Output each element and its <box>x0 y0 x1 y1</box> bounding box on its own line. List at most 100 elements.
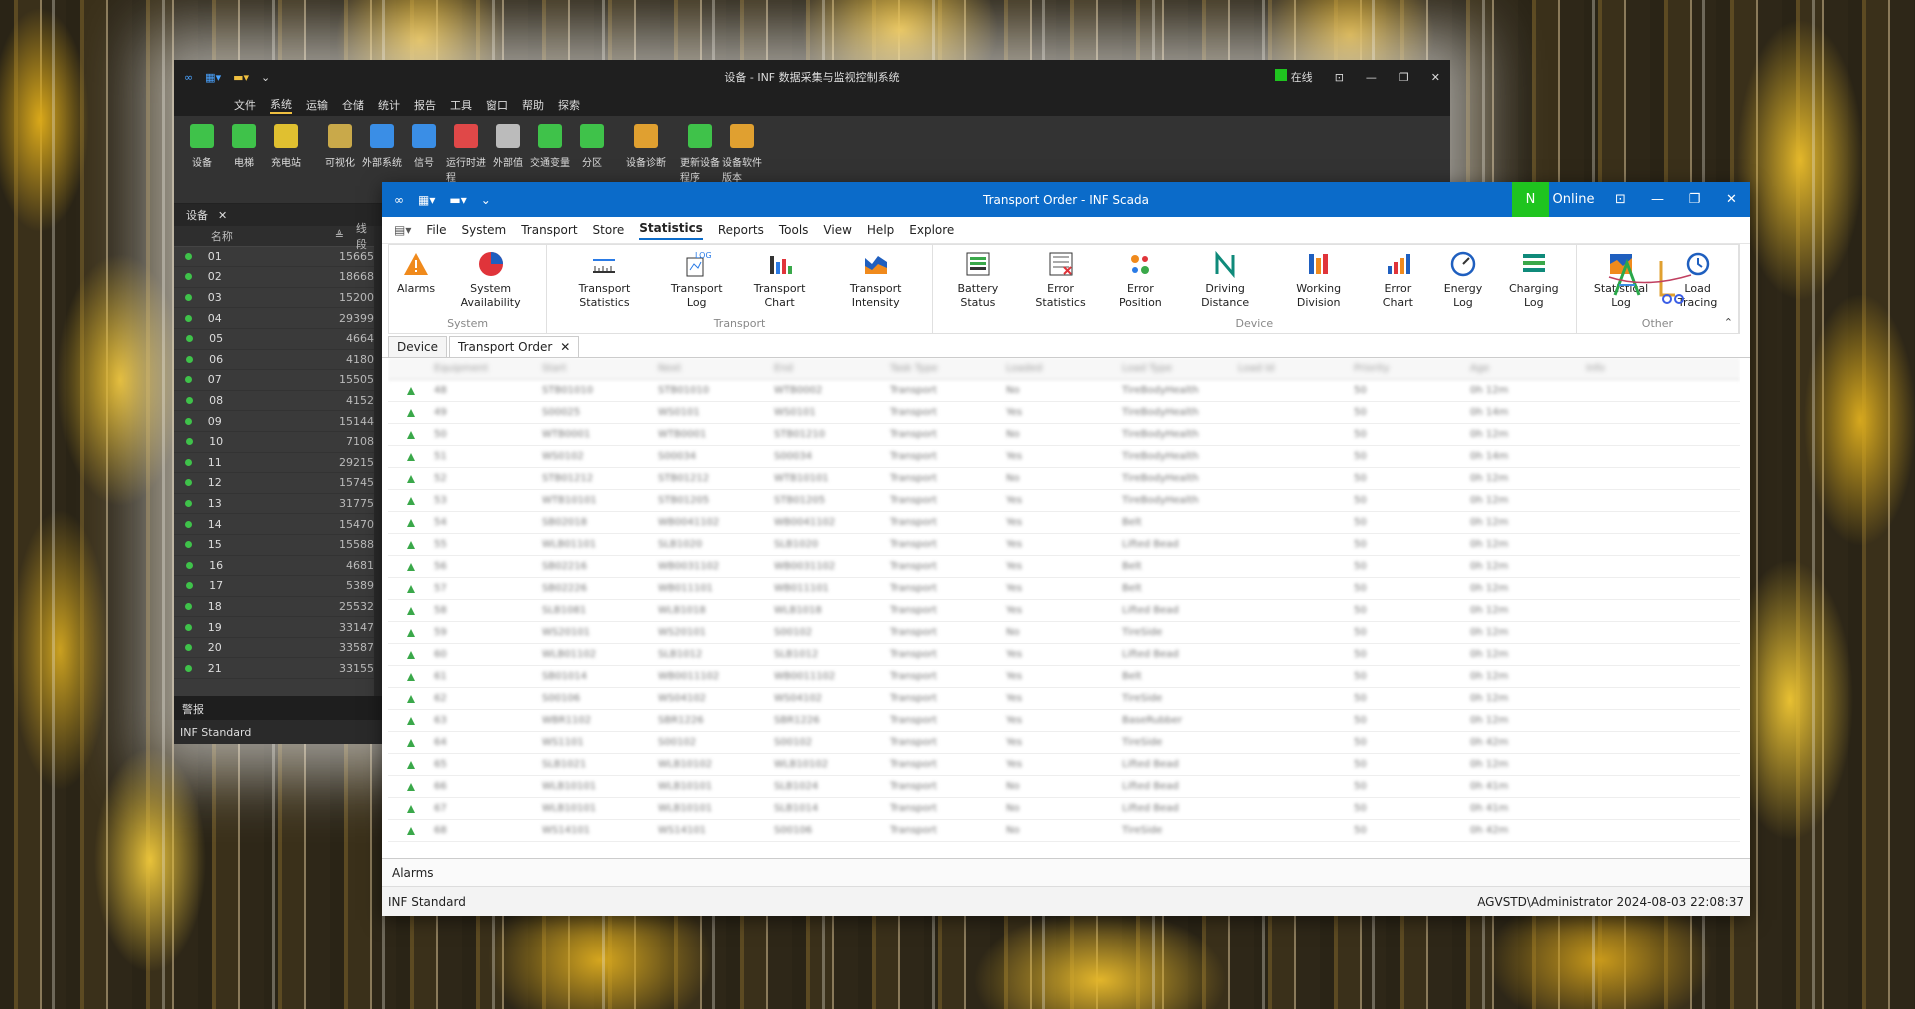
table-row[interactable]: 50 WTB0001 WTB0001 STB01210 Transport No TireB… <box>388 424 1740 446</box>
driving-distance-button[interactable]: Driving Distance <box>1179 245 1272 317</box>
menu-item-file[interactable]: File <box>426 223 446 237</box>
table-row[interactable]: 68 WS14101 WS14101 S00106 Transport No TireSid… <box>388 820 1740 842</box>
column-header[interactable]: End <box>774 363 890 374</box>
column-header[interactable]: Load Id <box>1238 363 1354 374</box>
table-row[interactable]: 49 S00025 WS0101 WS0101 Transport Yes TireBody… <box>388 402 1740 424</box>
table-row[interactable]: 20 33587 <box>174 638 374 659</box>
table-row[interactable]: 16 4681 <box>174 556 374 577</box>
table-row[interactable]: 17 5389 <box>174 576 374 597</box>
table-row[interactable]: 65 SLB1021 WLB10102 WLB10102 Transport Yes Lif… <box>388 754 1740 776</box>
menu-item-3[interactable]: 仓储 <box>342 97 364 113</box>
tab-transport-order[interactable]: Transport Order ✕ <box>449 336 580 357</box>
energy-log-button[interactable]: Energy Log <box>1430 245 1496 317</box>
charging-log-button[interactable]: Charging Log <box>1496 245 1572 317</box>
menu-item-8[interactable]: 帮助 <box>522 97 544 113</box>
table-row[interactable]: 09 15144 <box>174 411 374 432</box>
layout-icon[interactable]: ⊡ <box>1335 71 1344 84</box>
menu-item-view[interactable]: View <box>823 223 851 237</box>
table-row[interactable]: 67 WLB10101 WLB10101 SLB1014 Transport No Lift… <box>388 798 1740 820</box>
table-row[interactable]: 08 4152 <box>174 391 374 412</box>
close-button[interactable]: ✕ <box>1431 71 1440 84</box>
table-row[interactable]: 06 4180 <box>174 350 374 371</box>
menu-item-help[interactable]: Help <box>867 223 894 237</box>
menu-item-6[interactable]: 工具 <box>450 97 472 113</box>
table-row[interactable]: 58 SLB1081 WLB1018 WLB1018 Transport Yes Lifte… <box>388 600 1740 622</box>
menu-item-tools[interactable]: Tools <box>779 223 809 237</box>
menu-item-reports[interactable]: Reports <box>718 223 764 237</box>
transport-statistics-button[interactable]: Transport Statistics <box>551 245 658 317</box>
table-row[interactable]: 64 WS1101 S00102 S00102 Transport Yes TireSide… <box>388 732 1740 754</box>
error-statistics-button[interactable]: Error Statistics <box>1019 245 1102 317</box>
column-header[interactable]: Equipment <box>434 363 542 374</box>
back-ribbon-button[interactable]: 电梯 <box>224 120 264 199</box>
menu-item-2[interactable]: 运输 <box>306 97 328 113</box>
column-header[interactable]: Loaded <box>1006 363 1122 374</box>
table-row[interactable]: 04 29399 <box>174 308 374 329</box>
table-row[interactable]: 48 STB01010 STB01010 WTB0002 Transport No Tire… <box>388 380 1740 402</box>
close-tab-icon[interactable]: ✕ <box>218 209 227 222</box>
back-ribbon-button[interactable]: 充电站 <box>266 120 306 199</box>
restore-button[interactable]: ❐ <box>1676 182 1713 217</box>
menu-item-7[interactable]: 窗口 <box>486 97 508 113</box>
transport-intensity-button[interactable]: Transport Intensity <box>824 245 928 317</box>
table-row[interactable]: 52 STB01212 STB01212 WTB10101 Transport No Tir… <box>388 468 1740 490</box>
minimize-button[interactable]: — <box>1639 182 1676 217</box>
menu-item-system[interactable]: System <box>461 223 506 237</box>
error-position-button[interactable]: Error Position <box>1102 245 1178 317</box>
column-header[interactable]: Start <box>542 363 658 374</box>
column-header[interactable]: Age <box>1470 363 1586 374</box>
quick-access-icon[interactable]: ▦▾ <box>418 193 435 207</box>
menu-item-9[interactable]: 探索 <box>558 97 580 113</box>
menu-item-transport[interactable]: Transport <box>521 223 577 237</box>
minimize-button[interactable]: — <box>1366 71 1377 84</box>
folder-icon[interactable]: ▬▾ <box>449 193 466 207</box>
menu-item-5[interactable]: 报告 <box>414 97 436 113</box>
table-row[interactable]: 03 15200 <box>174 288 374 309</box>
battery-status-button[interactable]: Battery Status <box>937 245 1019 317</box>
column-header[interactable]: Load Type <box>1122 363 1238 374</box>
back-ribbon-button[interactable]: 设备 <box>182 120 222 199</box>
table-row[interactable]: 53 WTB10101 STB01205 STB01205 Transport Yes Ti… <box>388 490 1740 512</box>
table-row[interactable]: 01 15665 <box>174 247 374 268</box>
restore-button[interactable]: ❐ <box>1399 71 1409 84</box>
table-row[interactable]: 19 33147 <box>174 617 374 638</box>
close-button[interactable]: ✕ <box>1713 182 1750 217</box>
table-row[interactable]: 21 33155 <box>174 658 374 680</box>
table-row[interactable]: 07 15505 <box>174 370 374 391</box>
header-name[interactable]: 名称 <box>207 228 257 244</box>
menu-item-1[interactable]: 系统 <box>270 96 292 114</box>
table-row[interactable]: 13 31775 <box>174 494 374 515</box>
column-header[interactable]: Next <box>658 363 774 374</box>
menu-item-0[interactable]: 文件 <box>234 97 256 113</box>
transport-chart-button[interactable]: Transport Chart <box>736 245 824 317</box>
column-header[interactable]: Info <box>1586 363 1666 374</box>
transport-log-button[interactable]: LOG Transport Log <box>658 245 736 317</box>
table-row[interactable]: 02 18668 <box>174 267 374 288</box>
table-row[interactable]: 10 7108 <box>174 432 374 453</box>
table-row[interactable]: 66 WLB10101 WLB10101 SLB1024 Transport No Lift… <box>388 776 1740 798</box>
table-row[interactable]: 60 WLB01102 SLB1012 SLB1012 Transport Yes Lift… <box>388 644 1740 666</box>
tab-device[interactable]: 设备 <box>186 207 208 223</box>
table-row[interactable]: 11 29215 <box>174 453 374 474</box>
table-row[interactable]: 59 WS20101 WS20101 S00102 Transport No TireSid… <box>388 622 1740 644</box>
system-availability-button[interactable]: System Availability <box>439 245 542 317</box>
menu-item-store[interactable]: Store <box>593 223 625 237</box>
column-header[interactable]: Priority <box>1354 363 1470 374</box>
alarms-panel[interactable]: Alarms <box>382 858 1750 886</box>
layout-icon[interactable]: ⊡ <box>1602 182 1639 217</box>
customize-icon[interactable]: ⌄ <box>481 193 491 207</box>
back-ribbon-button[interactable]: 可视化 <box>320 120 360 199</box>
table-row[interactable]: 12 15745 <box>174 473 374 494</box>
close-tab-icon[interactable]: ✕ <box>560 340 570 354</box>
table-row[interactable]: 62 S00106 WS04102 WS04102 Transport Yes TireSi… <box>388 688 1740 710</box>
table-row[interactable]: 57 SB02226 WB011101 WB011101 Transport Yes Bel… <box>388 578 1740 600</box>
table-row[interactable]: 18 25532 <box>174 597 374 618</box>
app-menu-icon[interactable]: ▤▾ <box>394 223 411 237</box>
alarms-button[interactable]: Alarms <box>393 245 439 317</box>
table-row[interactable]: 15 15588 <box>174 535 374 556</box>
table-row[interactable]: 51 WS0102 S00034 S00034 Transport Yes TireBody… <box>388 446 1740 468</box>
table-row[interactable]: 63 WBR1102 SBR1226 SBR1226 Transport Yes BaseR… <box>388 710 1740 732</box>
table-row[interactable]: 56 SB02216 WB0031102 WB0031102 Transport Yes B… <box>388 556 1740 578</box>
table-row[interactable]: 54 SB02018 WB0041102 WB0041102 Transport Yes B… <box>388 512 1740 534</box>
tab-device[interactable]: Device <box>388 336 448 357</box>
